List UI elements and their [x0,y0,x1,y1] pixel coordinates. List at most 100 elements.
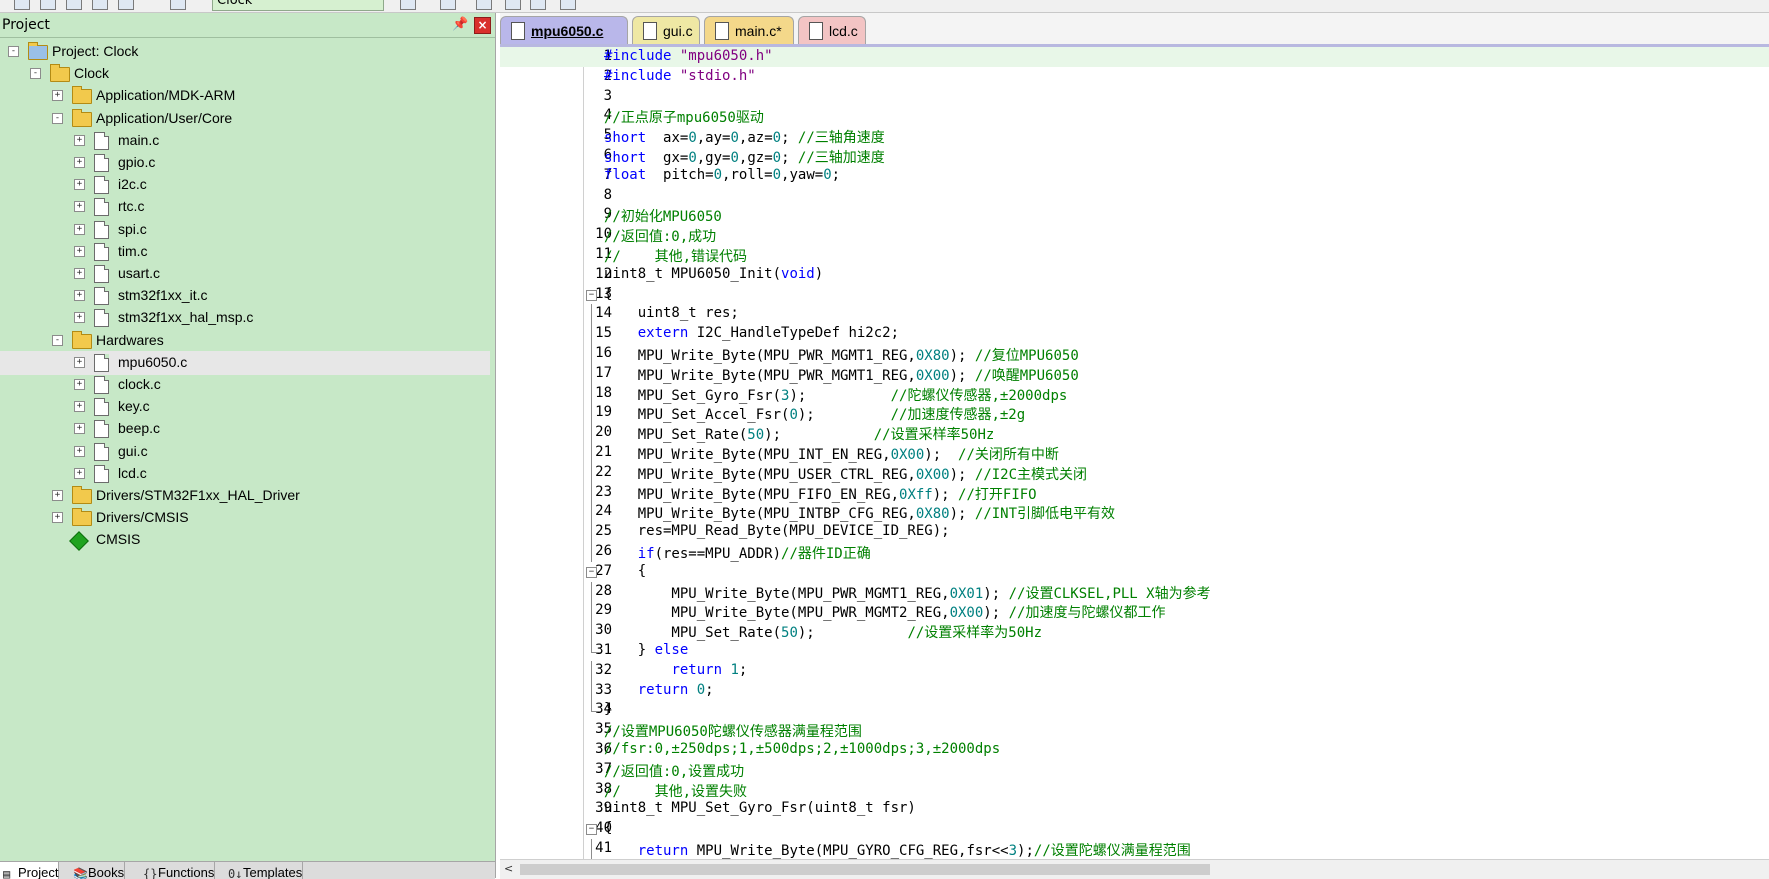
fold-collapse-icon[interactable]: − [586,566,597,578]
code-line[interactable]: 26 if(res==MPU_ADDR)//器件ID正确 [500,542,1769,562]
code-line[interactable]: 41 return MPU_Write_Byte(MPU_GYRO_CFG_RE… [500,839,1769,859]
toolbar-icon[interactable] [66,0,82,10]
code-line[interactable]: 8 [500,186,1769,206]
toolbar-icon[interactable] [530,0,546,10]
code-line[interactable]: 34} [500,700,1769,720]
toolbar-icon[interactable] [505,0,521,10]
expand-icon[interactable]: + [74,290,85,302]
code-line[interactable]: 21 MPU_Write_Byte(MPU_INT_EN_REG,0X00); … [500,443,1769,463]
code-line[interactable]: 22 MPU_Write_Byte(MPU_USER_CTRL_REG,0X00… [500,462,1769,483]
expand-icon[interactable]: + [74,134,85,146]
tree-item[interactable]: + i2c.c [0,173,490,197]
toolbar-icon[interactable] [400,0,416,10]
code-line[interactable]: 16 MPU_Write_Byte(MPU_PWR_MGMT1_REG,0X80… [500,344,1769,364]
expand-icon[interactable]: + [74,312,85,324]
tree-item[interactable]: + Drivers/STM32F1xx_HAL_Driver [0,484,490,508]
panel-tab-functions[interactable]: {} Functions [140,862,216,879]
tree-item[interactable]: + spi.c [0,218,490,242]
tree-item[interactable]: CMSIS [0,528,490,552]
code-line[interactable]: 32 return 1; [500,660,1769,681]
tree-item[interactable]: + lcd.c [0,462,490,486]
collapse-icon[interactable]: - [52,334,63,346]
code-line[interactable]: 11// 其他,错误代码 [500,245,1769,265]
tree-item[interactable]: - Hardwares [0,329,490,353]
toolbar-icon[interactable] [118,0,134,10]
code-line[interactable]: 27− { [500,562,1769,582]
code-line[interactable]: 5 short ax=0,ay=0,az=0; //三轴角速度 [500,126,1769,146]
expand-icon[interactable]: + [74,467,85,479]
expand-icon[interactable]: + [52,512,63,524]
tree-item[interactable]: + usart.c [0,262,490,286]
code-line[interactable]: 39 uint8_t MPU_Set_Gyro_Fsr(uint8_t fsr) [500,799,1769,819]
code-line[interactable]: 29 MPU_Write_Byte(MPU_PWR_MGMT2_REG,0X00… [500,601,1769,622]
code-line[interactable]: 40−{ [500,819,1769,839]
code-line[interactable]: 12 uint8_t MPU6050_Init(void) [500,265,1769,285]
code-line[interactable]: 17 MPU_Write_Byte(MPU_PWR_MGMT1_REG,0X00… [500,363,1769,384]
code-line[interactable]: 1 #include "mpu6050.h" [500,47,1769,67]
expand-icon[interactable]: + [74,157,85,168]
expand-icon[interactable]: + [74,223,85,235]
code-line[interactable]: 35//设置MPU6050陀螺仪传感器满量程范围 [500,720,1769,740]
toolbar-icon[interactable] [170,0,186,10]
code-line[interactable]: 2 #include "stdio.h" [500,67,1769,87]
code-line[interactable]: 3 [500,87,1769,107]
tree-item[interactable]: + beep.c [0,417,490,441]
code-line[interactable]: 14 uint8_t res; [500,304,1769,325]
code-line[interactable]: 7 float pitch=0,roll=0,yaw=0; [500,166,1769,186]
file-tab[interactable]: gui.c [632,16,700,44]
code-line[interactable]: 30 MPU_Set_Rate(50); //设置采样率为50Hz [500,621,1769,642]
code-line[interactable]: 10//返回值:0,成功 [500,225,1769,245]
tree-item[interactable]: + main.c [0,129,490,153]
expand-icon[interactable]: + [74,401,85,413]
expand-icon[interactable]: + [52,490,63,501]
pin-icon[interactable]: 📌 [452,17,468,33]
code-line[interactable]: 15 extern I2C_HandleTypeDef hi2c2; [500,324,1769,345]
tree-item[interactable]: - Application/User/Core [0,107,490,131]
collapse-icon[interactable]: - [8,46,19,57]
code-line[interactable]: 28 MPU_Write_Byte(MPU_PWR_MGMT1_REG,0X01… [500,581,1769,602]
tree-item[interactable]: + stm32f1xx_hal_msp.c [0,306,490,330]
code-line[interactable]: 25 res=MPU_Read_Byte(MPU_DEVICE_ID_REG); [500,522,1769,543]
code-line[interactable]: 33 return 0; [500,680,1769,701]
expand-icon[interactable]: + [74,379,85,390]
target-select[interactable]: Clock [212,0,384,11]
code-line[interactable]: 13−{ [500,285,1769,305]
code-line[interactable]: 23 MPU_Write_Byte(MPU_FIFO_EN_REG,0Xff);… [500,482,1769,503]
code-line[interactable]: 4//正点原子mpu6050驱动 [500,106,1769,126]
scrollbar-thumb[interactable] [520,864,1210,875]
code-area[interactable]: 1 #include "mpu6050.h" 2 #include "stdio.h"… [500,47,1769,859]
tree-item[interactable]: + gui.c [0,440,490,464]
code-line[interactable]: 9//初始化MPU6050 [500,205,1769,225]
expand-icon[interactable]: + [74,245,85,257]
code-line[interactable]: 31 } else [500,641,1769,661]
scroll-left-icon[interactable]: < [504,862,513,875]
fold-collapse-icon[interactable]: − [586,824,597,836]
expand-icon[interactable]: + [52,90,63,102]
expand-icon[interactable]: + [74,201,85,213]
tree-item[interactable]: + clock.c [0,373,490,397]
panel-tab-templates[interactable]: 0↓ Templates [225,862,304,879]
code-line[interactable]: 6 short gx=0,gy=0,gz=0; //三轴加速度 [500,146,1769,166]
tree-item[interactable]: + tim.c [0,240,490,264]
file-tab[interactable]: mpu6050.c [500,16,628,44]
toolbar-icon[interactable] [476,0,492,10]
collapse-icon[interactable]: - [52,112,63,124]
expand-icon[interactable]: + [74,268,85,279]
code-line[interactable]: 36//fsr:0,±250dps;1,±500dps;2,±1000dps;3… [500,740,1769,760]
tree-item[interactable]: + mpu6050.c [0,350,490,375]
expand-icon[interactable]: + [74,356,85,368]
toolbar-icon[interactable] [92,0,108,10]
toolbar-icon[interactable] [440,0,456,10]
collapse-icon[interactable]: - [30,68,41,80]
toolbar-icon[interactable] [560,0,576,10]
toolbar-icon[interactable] [14,0,30,10]
expand-icon[interactable]: + [74,423,85,435]
file-tab[interactable]: lcd.c [798,16,866,44]
code-line[interactable]: 20 MPU_Set_Rate(50); //设置采样率50Hz [500,423,1769,444]
panel-tab-project[interactable]: ▤ Project [0,862,60,879]
file-tab[interactable]: main.c* [704,16,794,44]
expand-icon[interactable]: + [74,445,85,457]
tree-item[interactable]: + Application/MDK-ARM [0,84,490,108]
tree-item[interactable]: + Drivers/CMSIS [0,506,490,530]
close-icon[interactable]: × [474,17,491,34]
